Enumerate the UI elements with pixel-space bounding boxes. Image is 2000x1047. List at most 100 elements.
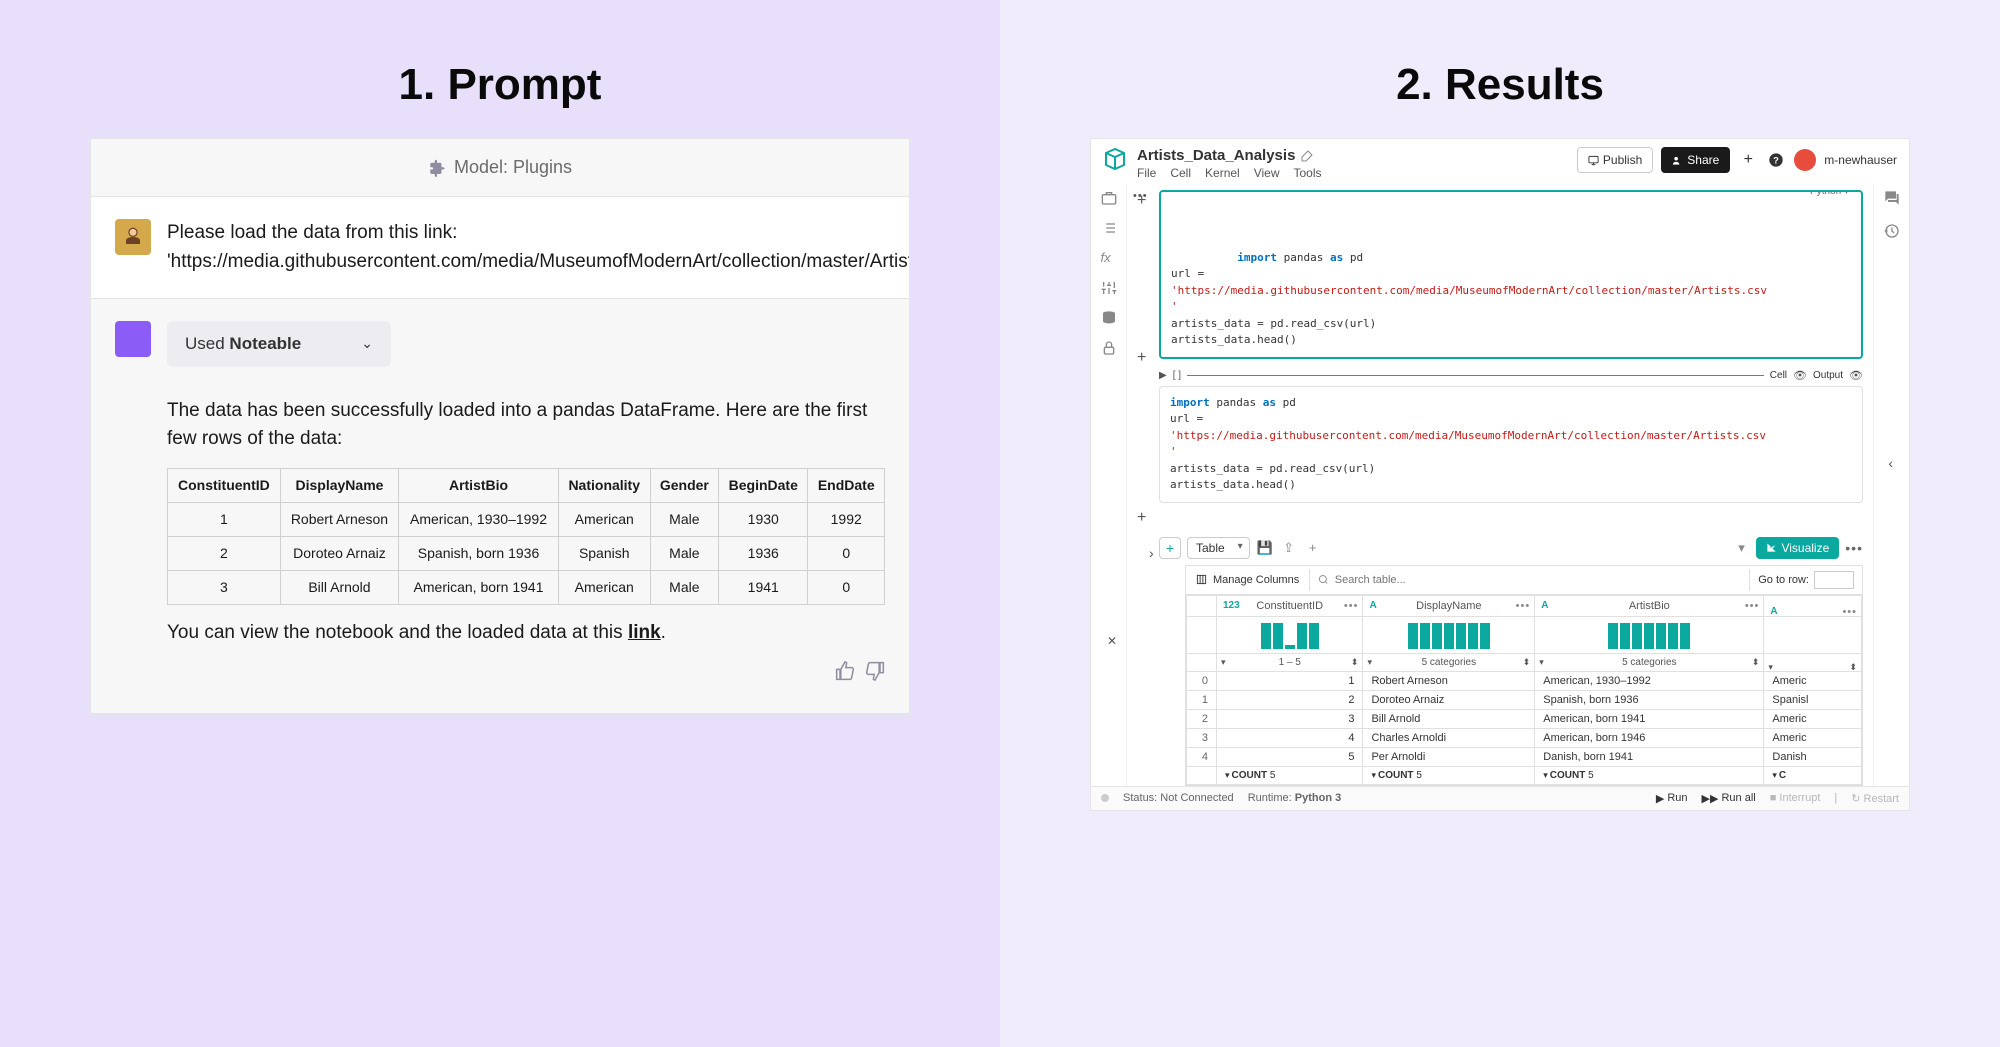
table-header: EndDate — [808, 468, 885, 502]
search-icon — [1318, 574, 1329, 585]
save-icon[interactable]: 💾 — [1256, 539, 1274, 557]
add-cell-above-button[interactable]: + — [1137, 192, 1146, 210]
expand-right-icon[interactable]: ‹ — [1888, 455, 1893, 471]
help-icon[interactable]: ? — [1766, 150, 1786, 170]
play-icon[interactable]: ▶ — [1159, 370, 1167, 381]
table-row: 3Bill ArnoldAmerican, born 1941AmericanM… — [168, 570, 885, 604]
chat-panel: Model: Plugins Please load the data from… — [90, 138, 910, 715]
lock-icon[interactable] — [1101, 340, 1117, 356]
chat-model-header: Model: Plugins — [91, 139, 909, 197]
output-column-header[interactable]: 123ConstituentID••• — [1217, 595, 1363, 616]
filter-row: ▾1 – 5⬍▾5 categories⬍▾5 categories⬍▾⬍ — [1187, 653, 1862, 671]
user-avatar-icon[interactable] — [1794, 149, 1816, 171]
sparkline-row — [1187, 616, 1862, 653]
output-row[interactable]: 01Robert ArnesonAmerican, 1930–1992Ameri… — [1187, 671, 1862, 690]
filter-icon[interactable]: ▾ — [1732, 539, 1750, 557]
expand-left-icon[interactable]: › — [1149, 545, 1154, 561]
goto-row-input[interactable] — [1814, 571, 1854, 589]
code-cell-output[interactable]: import pandas as pd url = 'https://media… — [1159, 386, 1863, 503]
status-dot-icon — [1101, 794, 1109, 802]
thumbs-down-icon[interactable] — [865, 661, 885, 691]
output-toolbar: + Table 💾 ⇪ + ▾ Visualize ••• — [1159, 537, 1863, 559]
run-button[interactable]: ▶ Run — [1656, 792, 1688, 805]
table-row: 1Robert ArnesonAmerican, 1930–1992Americ… — [168, 502, 885, 536]
add-cell-button[interactable]: + — [1137, 509, 1146, 526]
menu-view[interactable]: View — [1254, 166, 1280, 180]
output-column-header[interactable]: AArtistBio••• — [1535, 595, 1764, 616]
search-table-input[interactable] — [1335, 574, 1741, 586]
add-icon[interactable]: + — [1304, 539, 1322, 557]
table-header: DisplayName — [280, 468, 398, 502]
chevron-down-icon: ⌄ — [361, 333, 373, 354]
table-controls: Manage Columns Go to row: — [1185, 565, 1863, 594]
restart-button[interactable]: ↻ Restart — [1851, 792, 1899, 805]
assistant-message: Used Noteable ⌄ The data has been succes… — [91, 299, 909, 714]
menu-kernel[interactable]: Kernel — [1205, 166, 1240, 180]
list-icon[interactable] — [1101, 220, 1117, 236]
count-row: ▾COUNT 5▾COUNT 5▾COUNT 5▾C — [1187, 766, 1862, 784]
collapse-table-icon[interactable]: ✕ — [1107, 634, 1117, 648]
add-output-button[interactable]: + — [1159, 537, 1181, 559]
table-row: 2Doroteo ArnaizSpanish, born 1936Spanish… — [168, 536, 885, 570]
notebook-link[interactable]: link — [628, 622, 661, 643]
eye-icon[interactable]: 👁 — [1793, 369, 1807, 382]
manage-columns-button[interactable]: Manage Columns — [1186, 569, 1310, 591]
notebook-header: Artists_Data_Analysis File Cell Kernel View… — [1091, 139, 1909, 184]
status-label: Status: Not Connected — [1123, 792, 1234, 804]
notebook-title[interactable]: Artists_Data_Analysis — [1137, 147, 1567, 164]
notebook-footer: Status: Not Connected Runtime: Python 3 … — [1091, 786, 1909, 810]
menu-cell[interactable]: Cell — [1170, 166, 1191, 180]
edit-icon — [1301, 150, 1313, 162]
add-icon[interactable]: + — [1738, 150, 1758, 170]
fx-icon[interactable]: fx — [1101, 250, 1117, 266]
plugin-used-badge[interactable]: Used Noteable ⌄ — [167, 321, 391, 367]
runtime-label: Runtime: Python 3 — [1248, 792, 1342, 804]
export-icon[interactable]: ⇪ — [1280, 539, 1298, 557]
noteable-logo-icon — [1103, 147, 1127, 171]
share-button[interactable]: Share — [1661, 147, 1730, 173]
chat-bubble-icon[interactable] — [1884, 190, 1900, 209]
notebook-panel: Artists_Data_Analysis File Cell Kernel View… — [1090, 138, 1910, 811]
output-column-header[interactable]: ADisplayName••• — [1363, 595, 1535, 616]
prompt-heading: 1. Prompt — [90, 60, 910, 110]
run-all-button[interactable]: ▶▶ Run all — [1702, 792, 1756, 805]
results-heading: 2. Results — [1090, 60, 1910, 110]
visualize-button[interactable]: Visualize — [1756, 537, 1839, 559]
publish-button[interactable]: Publish — [1577, 147, 1653, 173]
output-row[interactable]: 23Bill ArnoldAmerican, born 1941Americ — [1187, 709, 1862, 728]
output-type-select[interactable]: Table — [1187, 537, 1250, 559]
database-icon[interactable] — [1101, 310, 1117, 326]
username[interactable]: m-newhauser — [1824, 153, 1897, 167]
interrupt-button[interactable]: ■ Interrupt — [1770, 792, 1821, 804]
table-header: ArtistBio — [399, 468, 559, 502]
columns-icon — [1196, 574, 1207, 585]
table-header: BeginDate — [719, 468, 808, 502]
monitor-icon — [1588, 155, 1599, 166]
notebook-left-sidebar: fx — [1091, 184, 1127, 786]
history-icon[interactable] — [1884, 223, 1900, 242]
output-row[interactable]: 45Per ArnoldiDanish, born 1941Danish — [1187, 747, 1862, 766]
menu-tools[interactable]: Tools — [1294, 166, 1322, 180]
preview-table: ConstituentIDDisplayNameArtistBioNationa… — [167, 468, 885, 605]
user-message: Please load the data from this link: 'ht… — [91, 197, 909, 299]
sliders-icon[interactable] — [1101, 280, 1117, 296]
cell-language-tag[interactable]: Python ▾ — [1806, 190, 1853, 199]
assistant-avatar — [115, 321, 151, 357]
menu-file[interactable]: File — [1137, 166, 1156, 180]
code-cell-active[interactable]: Python ▾ 🔗 🗑 💬 import pandas as pd url =… — [1159, 190, 1863, 359]
goto-row-label: Go to row: — [1758, 574, 1809, 586]
output-row[interactable]: 34Charles ArnoldiAmerican, born 1946Amer… — [1187, 728, 1862, 747]
eye-icon[interactable]: 👁 — [1849, 369, 1863, 382]
thumbs-up-icon[interactable] — [835, 661, 855, 691]
add-cell-below-button[interactable]: + — [1137, 349, 1146, 367]
briefcase-icon[interactable] — [1101, 190, 1117, 206]
response-outro: You can view the notebook and the loaded… — [167, 619, 885, 648]
user-plus-icon — [1672, 155, 1683, 166]
output-row[interactable]: 12Doroteo ArnaizSpanish, born 1936Spanis… — [1187, 690, 1862, 709]
notebook-main: ••• + + Python ▾ 🔗 🗑 💬 import pandas as … — [1127, 184, 1873, 786]
more-icon[interactable]: ••• — [1845, 540, 1863, 556]
output-column-header[interactable]: A••• — [1764, 595, 1862, 616]
notebook-right-sidebar — [1873, 184, 1909, 786]
output-table: 123ConstituentID•••ADisplayName•••AArtis… — [1185, 594, 1863, 786]
puzzle-icon — [428, 159, 446, 177]
